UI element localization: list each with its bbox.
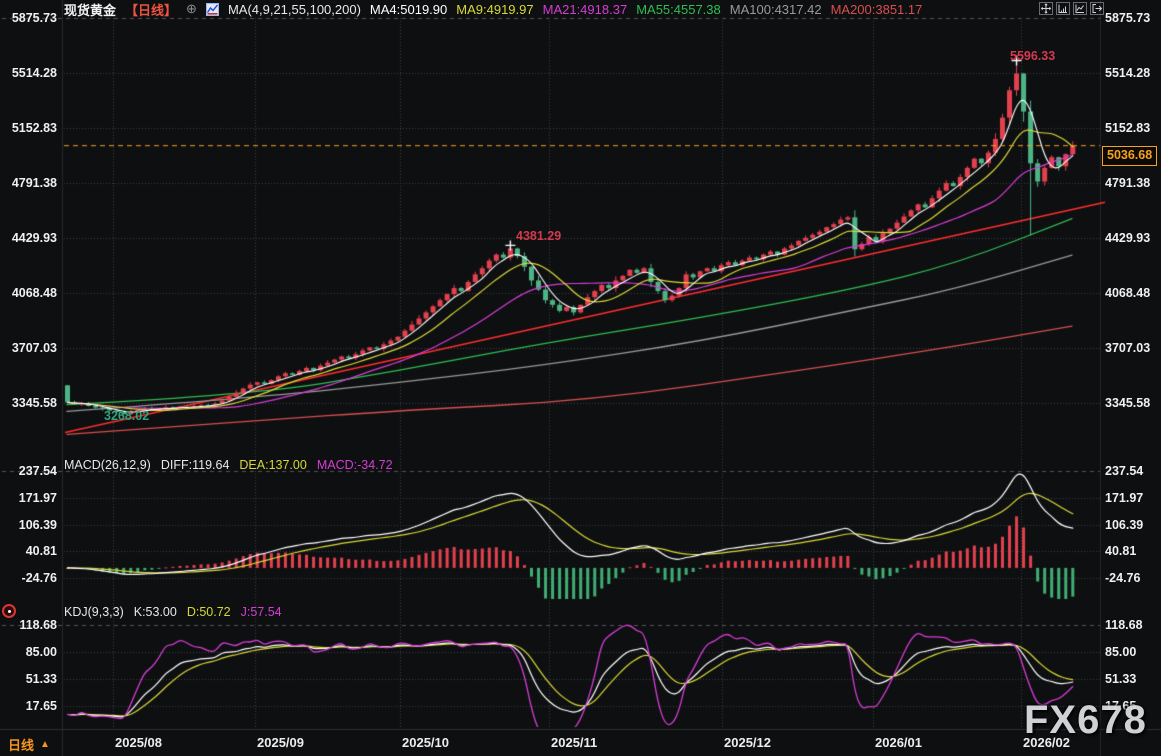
ma55-value: MA55:4557.38 — [636, 2, 721, 17]
exit-fullscreen-icon[interactable] — [1090, 2, 1104, 15]
ma21-value: MA21:4918.37 — [543, 2, 628, 17]
axis-tick-label: 106.39 — [0, 518, 57, 532]
kdj-j-value: J:57.54 — [241, 605, 282, 619]
macd-diff-value: DIFF:119.64 — [161, 458, 230, 472]
axis-tick-label: 3345.58 — [1105, 396, 1150, 410]
macd-macd-value: MACD:-34.72 — [317, 458, 393, 472]
axis-tick-label: 4429.93 — [0, 231, 57, 245]
annotation-peak-high: 5596.33 — [1010, 49, 1055, 63]
axis-tick-label: 5152.83 — [0, 121, 57, 135]
axis-tick-label: 106.39 — [1105, 518, 1143, 532]
axis-tick-label: 40.81 — [0, 544, 57, 558]
bar-chart-panel-icon[interactable] — [1056, 2, 1070, 15]
last-price-tag: 5036.68 — [1102, 146, 1157, 166]
axis-tick-label: 171.97 — [0, 491, 57, 505]
x-axis-month-label: 2025/08 — [115, 735, 162, 750]
axis-tick-label: 4791.38 — [0, 176, 57, 190]
kdj-header: KDJ(9,3,3) K:53.00 D:50.72 J:57.54 — [64, 605, 282, 619]
axis-tick-label: 3707.03 — [1105, 341, 1150, 355]
period-tag[interactable]: 【日线】 — [125, 0, 177, 19]
kdj-k-value: K:53.00 — [134, 605, 177, 619]
axis-tick-label: 4429.93 — [1105, 231, 1150, 245]
x-axis-month-label: 2025/10 — [402, 735, 449, 750]
macd-header: MACD(26,12,9) DIFF:119.64 DEA:137.00 MAC… — [64, 458, 393, 472]
circle-plus-icon[interactable]: ⊕ — [186, 1, 197, 17]
period-label: 日线 — [8, 735, 34, 754]
axis-tick-label: 51.33 — [1105, 672, 1136, 686]
symbol-name: 现货黄金 — [64, 0, 116, 19]
chart-app: 现货黄金 【日线】 ⊕ MA(4,9,21,55,100,200) MA4:50… — [0, 0, 1161, 756]
ma100-value: MA100:4317.42 — [730, 2, 822, 17]
mini-chart-icon[interactable] — [206, 3, 219, 16]
axis-tick-label: -24.76 — [0, 571, 57, 585]
axis-tick-label: 40.81 — [1105, 544, 1136, 558]
move-crosshair-icon[interactable] — [1039, 2, 1053, 15]
axis-tick-label: 3345.58 — [0, 396, 57, 410]
axis-tick-label: 85.00 — [1105, 645, 1136, 659]
axis-tick-label: 51.33 — [0, 672, 57, 686]
live-dot-icon — [2, 604, 16, 618]
kdj-name: KDJ(9,3,3) — [64, 605, 124, 619]
axis-tick-label: 5152.83 — [1105, 121, 1150, 135]
x-axis-month-label: 2026/01 — [875, 735, 922, 750]
macd-name: MACD(26,12,9) — [64, 458, 151, 472]
axis-tick-label: 118.68 — [1105, 618, 1143, 632]
candlestick-chart-canvas[interactable] — [0, 0, 1161, 756]
x-axis-month-label: 2025/11 — [551, 735, 597, 750]
axis-tick-label: 3707.03 — [0, 341, 57, 355]
axis-tick-label: 171.97 — [1105, 491, 1143, 505]
line-chart-panel-icon[interactable] — [1073, 2, 1087, 15]
axis-tick-label: 5875.73 — [0, 11, 57, 25]
axis-tick-label: 5875.73 — [1105, 11, 1150, 25]
axis-tick-label: 4068.48 — [0, 286, 57, 300]
kdj-d-value: D:50.72 — [187, 605, 231, 619]
axis-tick-label: -24.76 — [1105, 571, 1140, 585]
fx678-watermark: FX678 — [1024, 698, 1147, 743]
ma-group-label: MA(4,9,21,55,100,200) — [228, 2, 361, 17]
x-axis-month-label: 2025/12 — [724, 735, 771, 750]
ma9-value: MA9:4919.97 — [456, 2, 533, 17]
axis-tick-label: 5514.28 — [0, 66, 57, 80]
chart-toolbar — [1039, 2, 1104, 15]
axis-tick-label: 5514.28 — [1105, 66, 1150, 80]
ma200-value: MA200:3851.17 — [831, 2, 923, 17]
chart-header: 现货黄金 【日线】 ⊕ MA(4,9,21,55,100,200) MA4:50… — [64, 1, 922, 17]
annotation-aug-low: 3268.02 — [104, 409, 149, 423]
axis-tick-label: 118.68 — [0, 618, 57, 632]
macd-dea-value: DEA:137.00 — [239, 458, 306, 472]
axis-tick-label: 237.54 — [0, 464, 57, 478]
annotation-oct-high: 4381.29 — [516, 229, 561, 243]
triangle-up-icon: ▲ — [40, 739, 50, 750]
axis-tick-label: 17.65 — [0, 699, 57, 713]
axis-tick-label: 237.54 — [1105, 464, 1143, 478]
ma4-value: MA4:5019.90 — [370, 2, 447, 17]
axis-tick-label: 85.00 — [0, 645, 57, 659]
axis-tick-label: 4068.48 — [1105, 286, 1150, 300]
axis-tick-label: 4791.38 — [1105, 176, 1150, 190]
x-axis-month-label: 2025/09 — [257, 735, 304, 750]
period-selector-button[interactable]: 日线 ▲ — [8, 735, 50, 754]
